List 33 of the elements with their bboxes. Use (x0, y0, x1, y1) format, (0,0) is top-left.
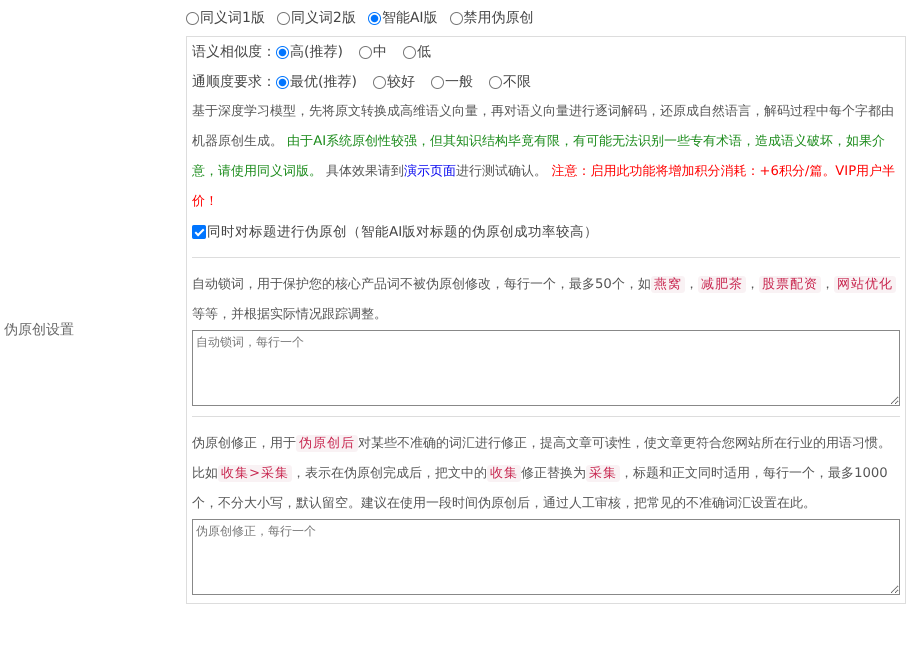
text-area[interactable]: 伪原创修正，每行一个 (192, 519, 900, 595)
option-label: 通顺度要求： (192, 73, 276, 91)
option-label: 不限 (502, 73, 531, 91)
checkbox-label: 同时对标题进行伪原创（智能AI版对标题的伪原创成功率较高） (207, 223, 598, 241)
radio-button[interactable] (430, 76, 444, 88)
option-label: 中 (372, 43, 387, 61)
demo-page-link[interactable]: 演示页面 (404, 164, 456, 179)
text-area[interactable]: 自动锁词，每行一个 (192, 330, 900, 406)
option-label: 禁用伪原创 (464, 9, 534, 27)
description-text: 伪原创修正，用于 伪原创后 对某些不准确的词汇进行修正，提高文章可读性，使文章更符合您网站所在行业的用语习惯。比如 收集>采集 ，表示在伪原创完成后，把文中的 收集 修正替换为 采集 ，标题和正文同时适用，每行一个，最多1000个，不分大小写，默认留空。建议在使用一段时间伪原创后，通过人工审核，把常见的不准确词汇设置在此。 (192, 434, 892, 513)
description-text: 基于深度学习模型，先将原文转换成高维语义向量，再对语义向量进行逐词解码，还原成自然语言，解码过程中每个字都由机器原创生成。 由于AI系统原创性较强，但其知识结构毕竟有限，有可能无法识别一些专有术语，造成语义破坏，如果介意，请使用同义词版。 具体效果请到演示页面进行测试确认。 注意：启用此功能将增加积分消耗：+6积分/篇。VIP用户半价！ (192, 103, 896, 211)
option-label: 智能AI版 (382, 9, 438, 27)
option-label: 最优(推荐) (290, 73, 357, 91)
option-label: 同义词2版 (290, 9, 356, 27)
option-label: 语义相似度： (192, 43, 276, 61)
radio-button[interactable] (276, 76, 289, 88)
option-label: 一般 (444, 73, 473, 91)
radio-button[interactable] (276, 12, 290, 24)
description-text: 自动锁词，用于保护您的核心产品词不被伪原创修改，每行一个，最多50个，如 燕窝 ， 减肥茶 ， 股票配资 ， 网站优化 等等，并根据实际情况跟踪调整。 (192, 270, 900, 330)
option-label: 同义词1版 (200, 9, 265, 27)
radio-button[interactable] (186, 12, 199, 24)
radio-button[interactable] (402, 46, 416, 58)
checkbox[interactable] (192, 225, 206, 239)
radio-button[interactable] (368, 12, 381, 24)
radio-button[interactable] (372, 76, 386, 88)
radio-button[interactable] (488, 76, 502, 88)
option-label: 低 (416, 43, 431, 61)
section-label: 伪原创设置 (4, 321, 74, 339)
radio-button[interactable] (358, 46, 372, 58)
radio-button[interactable] (450, 12, 463, 24)
option-label: 较好 (386, 73, 415, 91)
radio-button[interactable] (276, 46, 289, 58)
option-label: 高(推荐) (290, 43, 343, 61)
